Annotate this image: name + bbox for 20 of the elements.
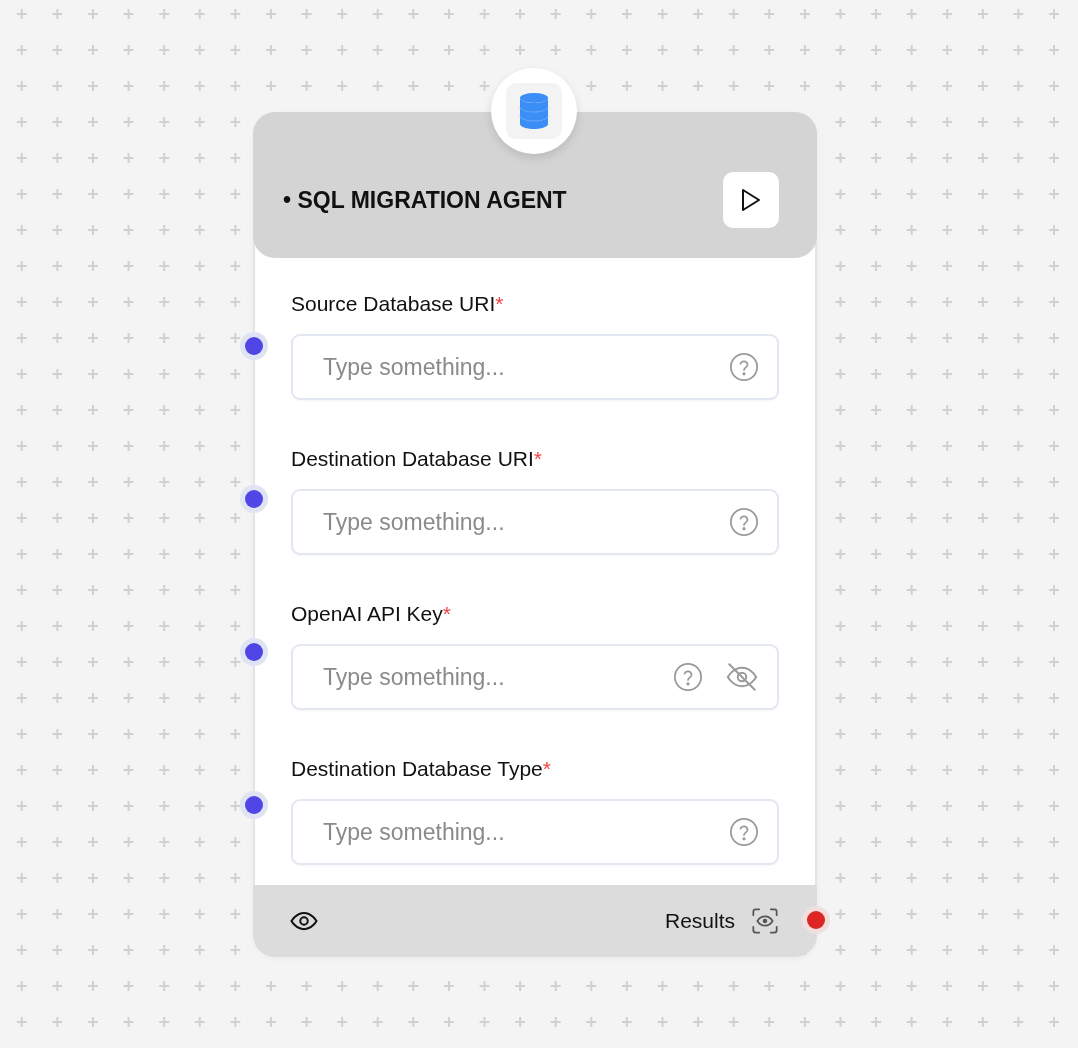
help-icon[interactable] <box>729 507 759 537</box>
input-field[interactable]: Type something... <box>291 489 779 555</box>
eye-off-icon[interactable] <box>725 660 759 694</box>
output-label: Results <box>664 909 735 933</box>
field-label: Source Database URI* <box>291 292 505 316</box>
scan-eye-icon[interactable] <box>751 907 779 935</box>
field-label: Destination Database URI* <box>291 447 543 471</box>
help-icon[interactable] <box>729 352 759 382</box>
database-icon <box>519 92 549 130</box>
help-icon[interactable] <box>673 662 703 692</box>
field-label: Destination Database Type* <box>291 757 552 781</box>
play-icon <box>740 188 762 212</box>
node-title: • SQL MIGRATION AGENT <box>283 186 567 214</box>
input-field[interactable]: Type something... <box>291 644 779 710</box>
help-icon[interactable] <box>729 817 759 847</box>
agent-node[interactable]: • SQL MIGRATION AGENT Source Database URI* Type something... Destination Database URI* Type something... OpenAI API Key* Type something... Destination Database Type* Type something... Results <box>253 112 817 957</box>
input-field[interactable]: Type something... <box>291 799 779 865</box>
field-label: OpenAI API Key* <box>291 602 452 626</box>
run-button[interactable] <box>723 172 779 228</box>
input-field[interactable]: Type something... <box>291 334 779 400</box>
